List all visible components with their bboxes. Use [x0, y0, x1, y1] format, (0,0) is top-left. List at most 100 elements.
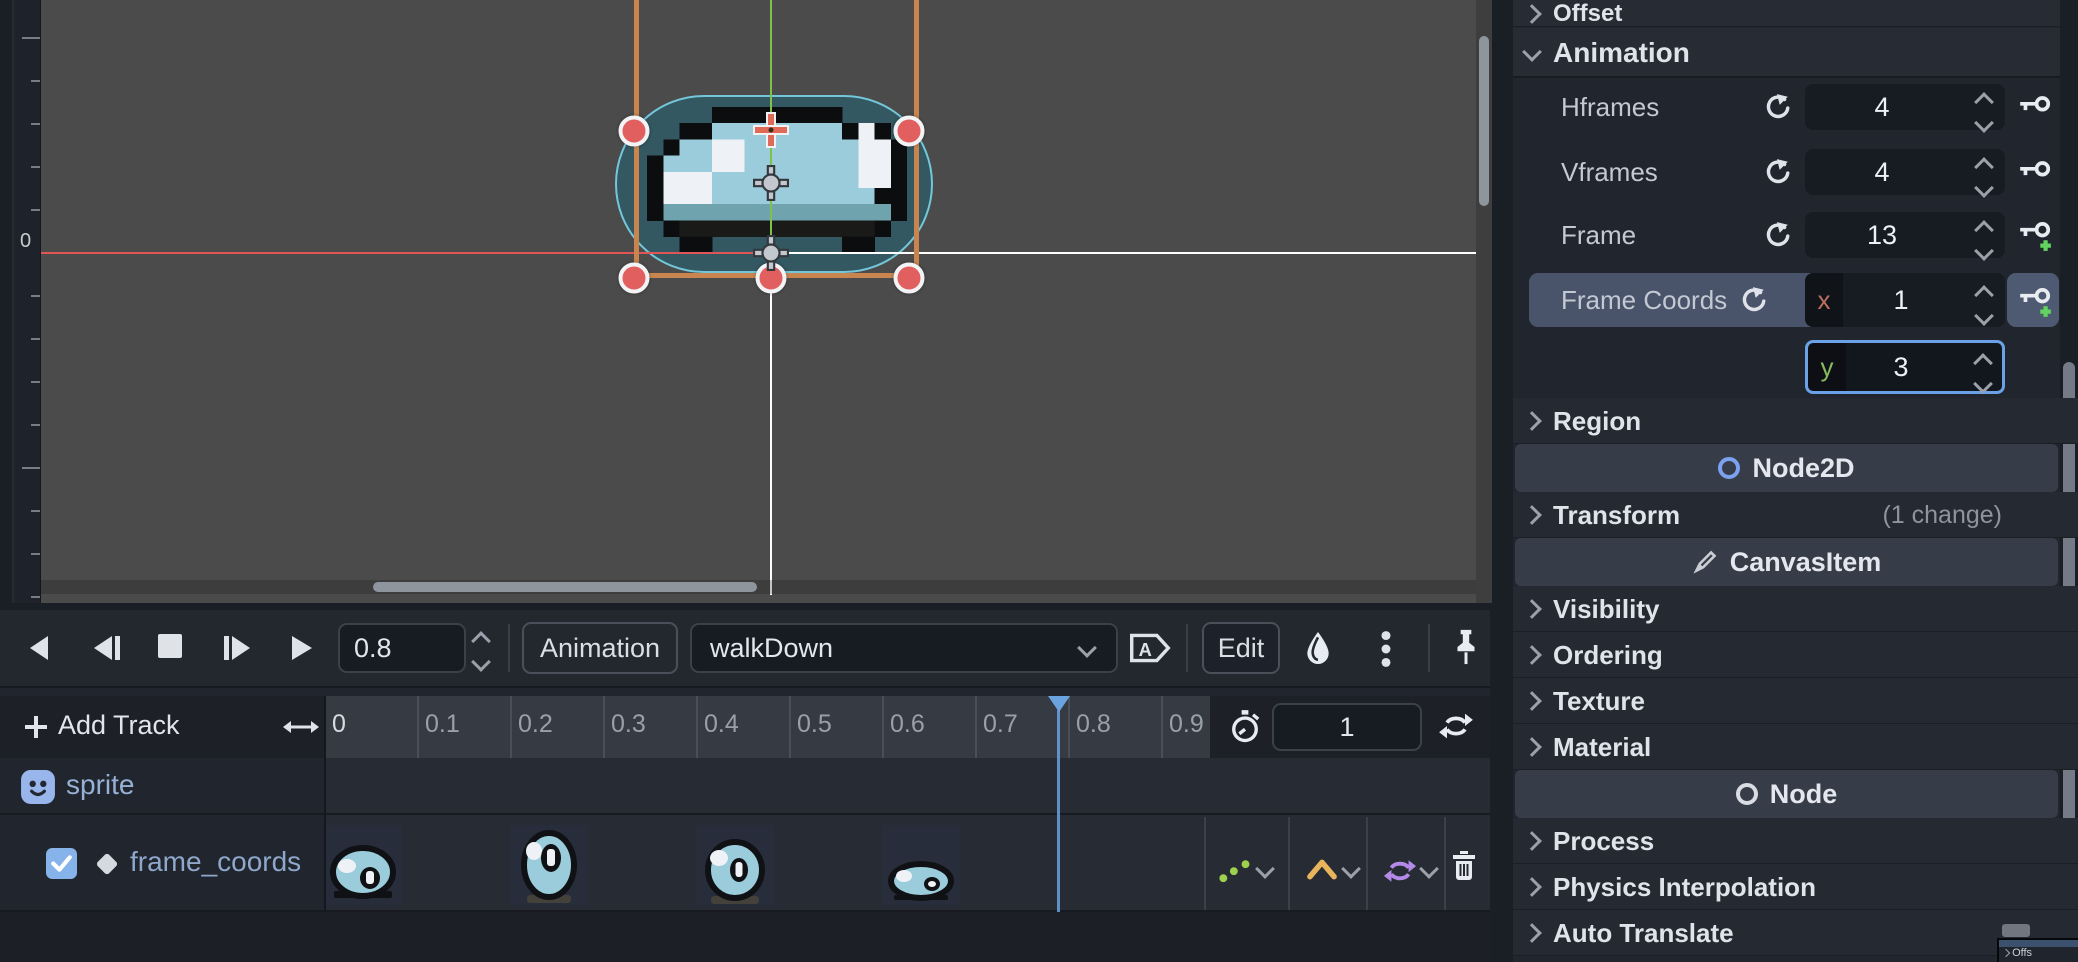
spin-down-icon[interactable] — [1974, 178, 1994, 198]
timeline-tick-cell[interactable]: 0.2 — [510, 696, 603, 758]
selection-handle-mid-right[interactable] — [894, 116, 925, 147]
autoplay-on-load-icon[interactable]: A — [1128, 632, 1172, 664]
loop-animation-icon[interactable] — [1438, 710, 1474, 742]
category-canvasitem[interactable]: CanvasItem — [1515, 538, 2058, 586]
pin-panel-icon[interactable] — [1450, 626, 1482, 668]
timeline-tick-cell[interactable]: 0.9 — [1161, 696, 1210, 758]
pivot-crosshair-icon[interactable] — [752, 111, 790, 149]
viewport-horizontal-scrollbar[interactable] — [40, 580, 1476, 594]
animation-select-dropdown[interactable]: walkDown — [690, 623, 1118, 673]
property-row-hframes: Hframes 4 — [1513, 84, 2078, 130]
section-visibility[interactable]: Visibility — [1513, 586, 2078, 632]
current-time-spinbox[interactable]: 0.8 — [338, 623, 466, 673]
selection-handle-bottom-left[interactable] — [619, 263, 650, 294]
add-track-plus-icon[interactable] — [22, 713, 50, 741]
vframes-spinbox[interactable]: 4 — [1805, 149, 2005, 195]
category-node2d[interactable]: Node2D — [1515, 444, 2058, 492]
delete-track-trash-icon[interactable] — [1450, 850, 1478, 882]
play-backwards-from-end-icon[interactable] — [92, 634, 122, 662]
timeline-tick-cell[interactable]: 0.4 — [696, 696, 789, 758]
track-controls-separator — [1444, 817, 1446, 910]
category-node[interactable]: Node — [1515, 770, 2058, 818]
revert-icon[interactable] — [1739, 286, 1767, 314]
onion-skinning-icon[interactable] — [1302, 628, 1334, 668]
track-name-divider[interactable] — [324, 696, 326, 912]
spin-down-icon[interactable] — [1974, 241, 1994, 261]
frame-coords-y-spinbox[interactable]: y 3 — [1805, 340, 2005, 394]
spin-up-icon[interactable] — [1974, 285, 1994, 305]
play-backwards-icon[interactable] — [28, 634, 52, 662]
animation-length-spinbox[interactable]: 1 — [1272, 703, 1422, 751]
more-options-menu-icon[interactable] — [1380, 630, 1392, 668]
hscroll-thumb[interactable] — [373, 582, 757, 592]
timeline-ruler[interactable]: 00.10.20.30.40.50.60.70.80.9 — [324, 696, 1210, 758]
move-gizmo-icon[interactable] — [753, 165, 789, 201]
timeline-tick-cell[interactable]: 0.5 — [789, 696, 882, 758]
animation-length-clock-icon[interactable] — [1228, 709, 1262, 745]
frame-spinbox[interactable]: 13 — [1805, 212, 2005, 258]
2d-viewport[interactable]: 0 — [12, 0, 1492, 603]
section-material[interactable]: Material — [1513, 724, 2078, 770]
section-offset[interactable]: Offset — [1513, 0, 2078, 27]
key-icon[interactable] — [2013, 87, 2057, 127]
section-physics-interpolation[interactable]: Physics Interpolation — [1513, 864, 2078, 910]
keyframe-thumbnail[interactable] — [510, 825, 588, 905]
section-animation[interactable]: Animation — [1513, 28, 2078, 78]
revert-icon[interactable] — [1763, 158, 1791, 186]
spin-up-icon[interactable] — [1974, 157, 1994, 177]
toolbar-separator — [1186, 624, 1188, 672]
frame-coords-x-spinbox[interactable]: x 1 — [1805, 273, 2005, 327]
spin-down-icon[interactable] — [1974, 113, 1994, 133]
playhead-line — [1057, 710, 1060, 912]
animation-menu-button[interactable]: Animation — [522, 622, 678, 674]
add-key-icon[interactable] — [2013, 215, 2057, 255]
play-icon[interactable] — [290, 634, 314, 662]
pan-timeline-icon[interactable] — [283, 717, 319, 737]
spin-up-icon[interactable] — [1974, 220, 1994, 240]
spin-up-icon[interactable] — [471, 631, 491, 651]
track-row-sprite[interactable]: sprite — [0, 758, 1490, 815]
interpolation-mode-icon[interactable] — [1306, 858, 1338, 880]
time-spinner-arrows[interactable] — [474, 634, 488, 669]
spin-down-icon[interactable] — [471, 652, 491, 672]
add-key-icon[interactable] — [2013, 281, 2057, 321]
timeline-tick-cell[interactable]: 0.6 — [882, 696, 975, 758]
keyframe-thumbnail[interactable] — [324, 825, 402, 905]
origin-gizmo-icon[interactable] — [753, 235, 789, 271]
hframes-spinbox[interactable]: 4 — [1805, 84, 2005, 130]
add-track-button[interactable]: Add Track — [58, 710, 180, 741]
spin-up-icon[interactable] — [1974, 92, 1994, 112]
update-mode-continuous-icon[interactable] — [1218, 856, 1252, 884]
keyframe-thumbnail[interactable] — [882, 825, 960, 905]
timeline-tick-cell[interactable]: 0 — [324, 696, 417, 758]
play-from-start-icon[interactable] — [222, 634, 252, 662]
edit-button[interactable]: Edit — [1202, 622, 1280, 674]
selection-handle-bottom-right[interactable] — [894, 263, 925, 294]
loop-wrap-mode-icon[interactable] — [1382, 856, 1418, 886]
revert-icon[interactable] — [1763, 93, 1791, 121]
selection-handle-mid-left[interactable] — [619, 116, 650, 147]
section-ordering[interactable]: Ordering — [1513, 632, 2078, 678]
spin-up-icon[interactable] — [1973, 353, 1993, 373]
section-texture[interactable]: Texture — [1513, 678, 2078, 724]
popup-titlebar — [1999, 940, 2078, 947]
timeline-tick-cell[interactable]: 0.3 — [603, 696, 696, 758]
section-transform[interactable]: Transform(1 change) — [1513, 492, 2078, 538]
track-enabled-checkbox[interactable] — [46, 848, 77, 879]
key-icon[interactable] — [2013, 152, 2057, 192]
playhead-marker[interactable] — [1048, 696, 1070, 712]
timeline-tick-cell[interactable]: 0.8 — [1068, 696, 1161, 758]
section-auto-translate[interactable]: Auto Translate — [1513, 910, 2078, 956]
section-region[interactable]: Region — [1513, 398, 2078, 444]
vscroll-thumb[interactable] — [1479, 36, 1489, 206]
collapse-chevron-icon — [1522, 877, 1542, 897]
property-row-vframes: Vframes 4 — [1513, 149, 2078, 195]
revert-icon[interactable] — [1763, 221, 1791, 249]
keyframe-thumbnail[interactable] — [696, 825, 774, 905]
spin-down-icon[interactable] — [1973, 374, 1993, 394]
spin-down-icon[interactable] — [1974, 306, 1994, 326]
stop-icon[interactable] — [158, 634, 182, 658]
viewport-vertical-scrollbar[interactable] — [1476, 0, 1492, 603]
timeline-tick-cell[interactable]: 0.1 — [417, 696, 510, 758]
section-process[interactable]: Process — [1513, 818, 2078, 864]
